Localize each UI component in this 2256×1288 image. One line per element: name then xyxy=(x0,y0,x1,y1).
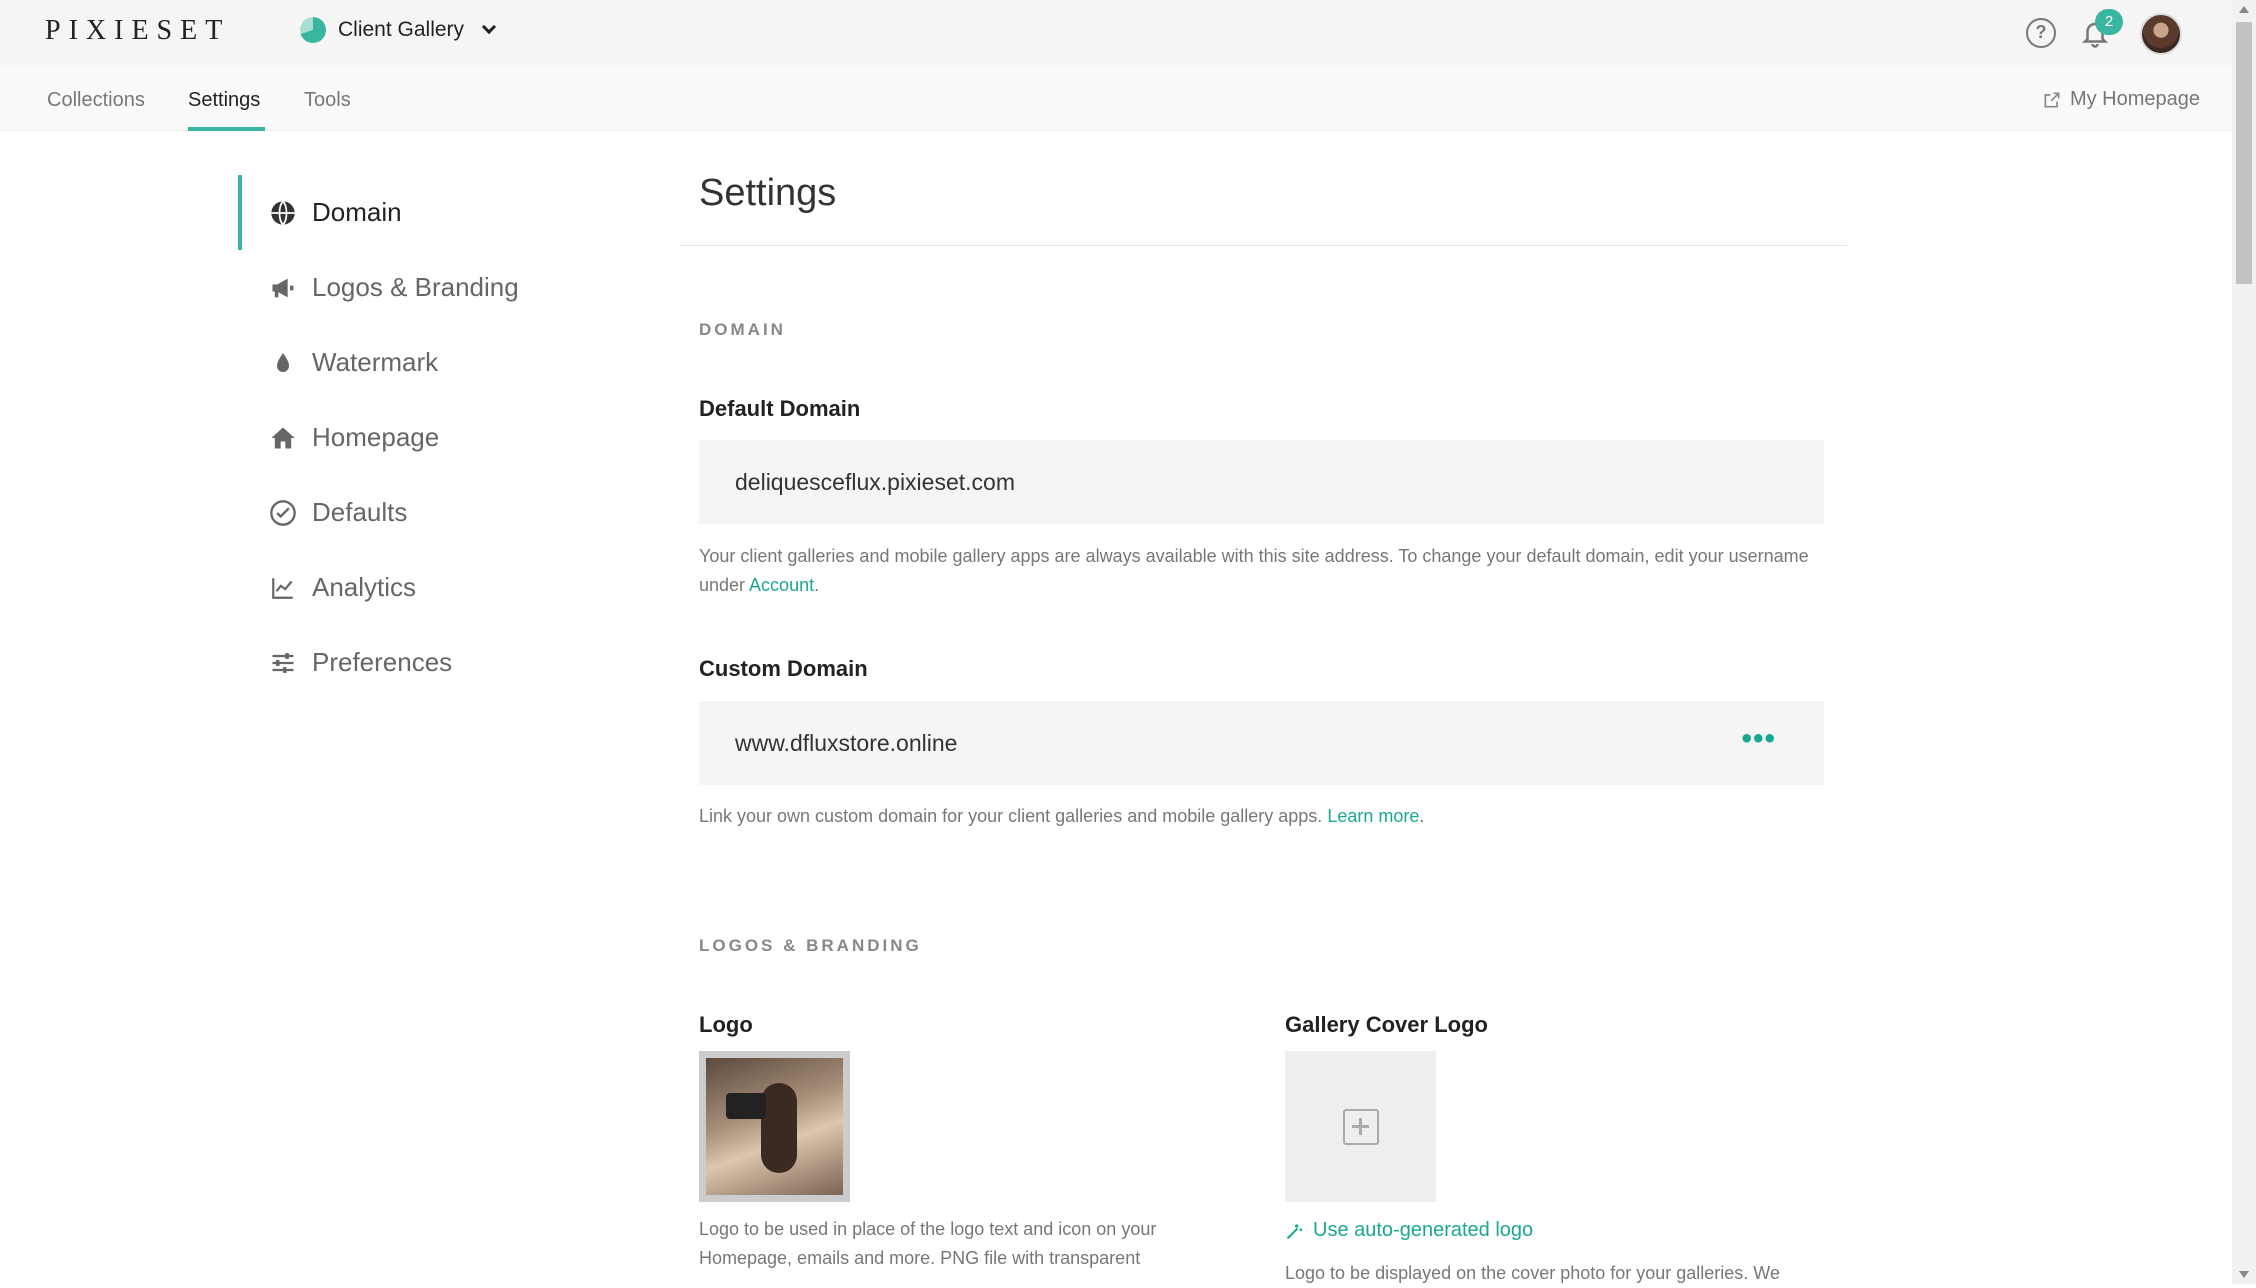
learn-more-link[interactable]: Learn more xyxy=(1327,806,1419,826)
sidebar-item-label: Domain xyxy=(312,197,402,227)
sliders-icon xyxy=(266,649,300,677)
sub-nav: Collections Settings Tools xyxy=(0,67,2232,131)
scrollbar-thumb[interactable] xyxy=(2236,22,2252,284)
account-link[interactable]: Account xyxy=(749,575,814,595)
sidebar-item-watermark[interactable]: Watermark xyxy=(238,325,638,400)
default-domain-field[interactable]: deliquesceflux.pixieset.com xyxy=(699,440,1824,524)
home-icon xyxy=(266,424,300,452)
help-text-end: . xyxy=(1419,806,1425,826)
tab-tools[interactable]: Tools xyxy=(304,89,351,112)
check-circle-icon xyxy=(266,499,300,527)
auto-generated-logo-link[interactable]: Use auto-generated logo xyxy=(1285,1219,1533,1242)
help-icon[interactable]: ? xyxy=(2026,18,2056,48)
my-homepage-label: My Homepage xyxy=(2069,88,2200,110)
default-domain-label: Default Domain xyxy=(699,396,861,421)
scrollbar[interactable] xyxy=(2232,0,2256,1284)
section-heading-domain: DOMAIN xyxy=(699,320,786,339)
custom-domain-help: Link your own custom domain for your cli… xyxy=(699,802,1824,831)
more-options-icon[interactable]: ••• xyxy=(1741,701,1776,777)
chart-line-icon xyxy=(266,575,300,601)
logo-thumbnail[interactable] xyxy=(699,1051,850,1202)
globe-icon xyxy=(266,199,300,227)
sidebar-item-label: Logos & Branding xyxy=(312,272,519,302)
divider xyxy=(679,245,1847,246)
help-text: Your client galleries and mobile gallery… xyxy=(699,546,1809,595)
scroll-up-icon[interactable] xyxy=(2239,6,2249,13)
scroll-down-icon[interactable] xyxy=(2239,1271,2249,1278)
logo-image xyxy=(706,1058,843,1195)
auto-generated-logo-label: Use auto-generated logo xyxy=(1313,1219,1534,1241)
gallery-cover-logo-label: Gallery Cover Logo xyxy=(1285,1012,1488,1037)
app-switcher-label: Client Gallery xyxy=(338,18,465,41)
sidebar-item-defaults[interactable]: Defaults xyxy=(238,475,638,550)
sidebar-item-label: Preferences xyxy=(312,647,453,677)
brand-logo[interactable]: PIXIESET xyxy=(45,15,230,47)
sidebar-item-analytics[interactable]: Analytics xyxy=(238,550,638,625)
page-title: Settings xyxy=(699,172,837,214)
default-domain-help: Your client galleries and mobile gallery… xyxy=(699,542,1824,600)
active-item-indicator xyxy=(238,175,242,250)
logo-label: Logo xyxy=(699,1012,753,1037)
help-text: Link your own custom domain for your cli… xyxy=(699,806,1328,826)
tab-collections[interactable]: Collections xyxy=(47,89,145,112)
client-gallery-icon xyxy=(300,17,326,43)
external-link-icon xyxy=(2044,92,2060,107)
section-heading-logos-branding: LOGOS & BRANDING xyxy=(699,936,922,955)
custom-domain-field[interactable]: www.dfluxstore.online ••• xyxy=(699,701,1824,785)
sidebar-item-logos-branding[interactable]: Logos & Branding xyxy=(238,250,638,325)
avatar[interactable] xyxy=(2140,13,2182,55)
megaphone-icon xyxy=(266,274,300,302)
sidebar-item-label: Defaults xyxy=(312,497,408,527)
add-icon xyxy=(1343,1109,1379,1145)
notification-badge: 2 xyxy=(2095,9,2123,35)
sidebar-item-preferences[interactable]: Preferences xyxy=(238,625,638,700)
sidebar-item-homepage[interactable]: Homepage xyxy=(238,400,638,475)
sidebar-item-label: Homepage xyxy=(312,422,440,452)
app-switcher[interactable]: Client Gallery xyxy=(300,17,497,43)
chevron-down-icon xyxy=(481,19,497,35)
my-homepage-link[interactable]: My Homepage xyxy=(2042,88,2200,111)
gallery-cover-logo-upload[interactable] xyxy=(1285,1051,1436,1202)
sidebar-item-label: Watermark xyxy=(312,347,439,377)
custom-domain-value: www.dfluxstore.online xyxy=(735,730,958,756)
top-bar: PIXIESET Client Gallery ? 2 xyxy=(0,0,2232,67)
custom-domain-label: Custom Domain xyxy=(699,656,868,681)
logo-help: Logo to be used in place of the logo tex… xyxy=(699,1219,1157,1268)
sidebar-item-domain[interactable]: Domain xyxy=(238,175,638,250)
tab-settings[interactable]: Settings xyxy=(188,89,260,112)
help-text-end: . xyxy=(814,575,820,595)
drop-icon xyxy=(266,349,300,377)
magic-wand-icon xyxy=(1286,1223,1303,1239)
active-tab-indicator xyxy=(188,127,265,131)
sidebar-item-label: Analytics xyxy=(312,572,417,602)
